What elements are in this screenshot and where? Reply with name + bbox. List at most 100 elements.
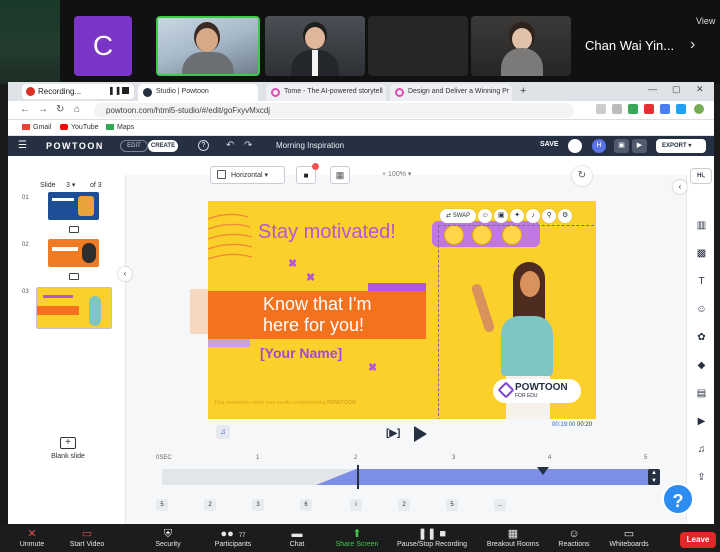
timeline-playhead[interactable] xyxy=(357,465,359,489)
characters-icon[interactable]: ☺ xyxy=(695,303,708,316)
share-user-icon[interactable] xyxy=(568,139,582,153)
leave-button[interactable]: Leave xyxy=(680,532,716,548)
stop-icon[interactable] xyxy=(122,87,129,94)
voice-icon[interactable]: ♪ xyxy=(526,209,541,223)
layout-icon[interactable]: ▥ xyxy=(695,219,708,232)
shapes-icon[interactable]: ◆ xyxy=(695,359,708,372)
tab-tome[interactable]: Tome - The AI-powered storytell xyxy=(266,84,386,101)
export-button[interactable]: EXPORT ▾ xyxy=(656,139,706,153)
bookmark-maps[interactable]: Maps xyxy=(106,124,134,131)
extension-icon[interactable] xyxy=(660,104,670,114)
timeline-element[interactable]: 5 xyxy=(156,499,168,511)
whiteboards-button[interactable]: ▭ Whiteboards xyxy=(604,528,654,548)
chat-button[interactable]: ▬ Chat xyxy=(282,528,312,548)
music-note-icon[interactable]: ♫ xyxy=(216,425,230,439)
project-title[interactable]: Morning Inspiration xyxy=(276,141,344,150)
help-button[interactable]: ? xyxy=(662,483,694,515)
pause-icon[interactable]: ❚❚ xyxy=(108,86,121,95)
unmute-button[interactable]: ✕ Unmute xyxy=(14,528,50,548)
back-icon[interactable]: ← xyxy=(20,104,30,115)
timeline-element[interactable]: 6 xyxy=(300,499,312,511)
security-button[interactable]: ⛨ Security xyxy=(148,528,188,548)
profile-icon[interactable] xyxy=(694,104,704,114)
participant-tile-2[interactable] xyxy=(265,16,365,76)
new-tab-button[interactable]: + xyxy=(520,85,526,97)
play-preview-icon[interactable]: ▶ xyxy=(632,139,647,153)
tab-studio-powtoon[interactable]: Studio | Powtoon xyxy=(138,84,258,101)
timeline-element[interactable]: 2 xyxy=(204,499,216,511)
timeline-marker-icon[interactable] xyxy=(537,467,549,475)
share-screen-button[interactable]: ⬆ Share Screen xyxy=(330,528,384,548)
reactions-button[interactable]: ☺ Reactions xyxy=(554,528,594,548)
name-placeholder-text[interactable]: [Your Name] xyxy=(260,345,342,361)
props-icon[interactable]: ✿ xyxy=(695,331,708,344)
timeline-element-bar[interactable] xyxy=(356,469,652,485)
timeline-element[interactable]: 5 xyxy=(446,499,458,511)
start-video-button[interactable]: ▭ Start Video xyxy=(64,528,110,548)
close-icon[interactable]: ✕ xyxy=(696,84,704,95)
zoom-control[interactable]: + 100% ▾ xyxy=(382,170,411,178)
extension-icon[interactable] xyxy=(676,104,686,114)
collapse-right-icon[interactable]: ‹ xyxy=(673,180,687,194)
timeline-element[interactable]: 3 xyxy=(252,499,264,511)
play-icon[interactable] xyxy=(414,426,427,442)
headline-text[interactable]: Stay motivated! xyxy=(258,221,396,244)
camera-icon[interactable] xyxy=(69,273,79,280)
collapse-left-icon[interactable]: ‹ xyxy=(118,267,132,281)
pause-stop-recording-button[interactable]: ❚❚ ■ Pause/Stop Recording xyxy=(390,528,474,548)
bookmark-gmail[interactable]: Gmail xyxy=(22,124,51,131)
camera-icon[interactable] xyxy=(69,226,79,233)
url-field[interactable]: powtoon.com/html5-studio/#/edit/goFxyvMx… xyxy=(94,103,574,118)
chevron-right-icon[interactable]: › xyxy=(690,36,695,54)
video-icon[interactable]: ▶ xyxy=(695,415,708,428)
slide-thumbnail-1[interactable] xyxy=(48,192,99,220)
maximize-icon[interactable]: ▢ xyxy=(672,84,681,95)
background-icon[interactable]: ▩ xyxy=(695,247,708,260)
participant-tile-active-speaker[interactable] xyxy=(156,16,260,76)
create-mode-button[interactable]: CREATE xyxy=(148,140,178,152)
help-icon[interactable]: ? xyxy=(198,140,209,151)
star-icon[interactable] xyxy=(612,104,622,114)
animate-icon[interactable]: ✦ xyxy=(510,209,525,223)
save-button[interactable]: SAVE xyxy=(540,141,559,148)
undo-icon[interactable]: ↶ xyxy=(226,140,234,151)
text-icon[interactable]: T xyxy=(695,275,708,288)
swap-button[interactable]: ⇄ SWAP xyxy=(440,209,477,223)
images-icon[interactable]: ▤ xyxy=(695,387,708,400)
extension-icon[interactable] xyxy=(628,104,638,114)
breakout-rooms-button[interactable]: ▦ Breakout Rooms xyxy=(482,528,544,548)
tab-design-deliver[interactable]: Design and Deliver a Winning Pr xyxy=(390,84,512,101)
music-icon[interactable]: ♫ xyxy=(695,443,708,456)
view-button[interactable]: View xyxy=(696,16,715,26)
user-avatar[interactable]: H xyxy=(592,139,606,153)
timeline-element[interactable]: 2 xyxy=(398,499,410,511)
character-icon[interactable]: ☺ xyxy=(478,209,493,223)
blank-slide-button[interactable]: + Blank slide xyxy=(38,437,98,460)
orientation-select[interactable]: Horizontal ▾ xyxy=(210,166,285,184)
slide-thumbnail-3[interactable] xyxy=(36,287,112,329)
slide-thumbnail-2[interactable] xyxy=(48,239,99,267)
timeline-scroll-control[interactable]: ▲ ▼ xyxy=(648,469,660,485)
participant-tile-3[interactable] xyxy=(368,16,468,76)
hi-chat-bubble[interactable]: Hi, xyxy=(690,168,712,184)
recording-indicator[interactable]: Recording... ❚❚ xyxy=(22,84,134,99)
edit-mode-button[interactable]: EDIT xyxy=(120,140,148,152)
forward-icon[interactable]: → xyxy=(38,104,48,115)
slide-number-select[interactable]: 3 ▾ xyxy=(66,181,75,189)
upload-icon[interactable]: ⇪ xyxy=(695,471,708,484)
participant-tile-4[interactable] xyxy=(471,16,571,76)
home-icon[interactable]: ⌂ xyxy=(74,104,80,115)
participants-button[interactable]: ●● 77 Participants xyxy=(206,528,260,548)
present-icon[interactable]: ▣ xyxy=(614,139,629,153)
grid-icon[interactable]: ▦ xyxy=(330,166,350,184)
lock-icon[interactable]: ▣ xyxy=(494,209,509,223)
timeline-element[interactable]: ... xyxy=(494,499,506,511)
settings-icon[interactable]: ⚙ xyxy=(558,209,573,223)
bookmark-youtube[interactable]: YouTube xyxy=(60,124,99,131)
participant-tile-c[interactable]: C xyxy=(74,16,132,76)
redo-icon[interactable]: ↷ xyxy=(244,140,252,151)
minimize-icon[interactable]: — xyxy=(648,84,657,94)
body-text[interactable]: Know that I'm here for you! xyxy=(263,294,371,336)
slide-canvas[interactable]: Stay motivated! ✖ ✖ Know that I'm here f… xyxy=(208,201,596,419)
share-icon[interactable] xyxy=(596,104,606,114)
